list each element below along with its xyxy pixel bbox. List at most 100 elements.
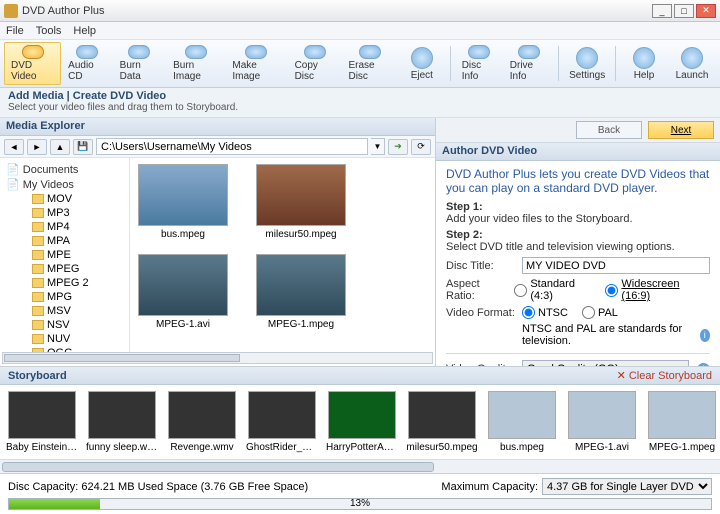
disc-icon (359, 45, 381, 59)
thumbnail-item[interactable]: MPEG-1.mpeg (254, 254, 348, 330)
minimize-button[interactable]: _ (652, 4, 672, 18)
disc-icon (185, 45, 207, 59)
tree-folder[interactable]: MPA (2, 234, 127, 248)
toolbar-launch[interactable]: Launch (668, 42, 716, 85)
tree-folder[interactable]: MSV (2, 304, 127, 318)
storyboard-item[interactable]: HarryPotterAndTh... (326, 391, 398, 453)
tree-folder[interactable]: MPEG (2, 262, 127, 276)
add-media-header: Add Media | Create DVD Video Select your… (0, 88, 720, 118)
ntsc-radio[interactable]: NTSC (522, 306, 568, 319)
tree-folder[interactable]: MPE (2, 248, 127, 262)
aspect-ws-radio[interactable]: Widescreen (16:9) (605, 278, 700, 302)
clear-storyboard-button[interactable]: ✕Clear Storyboard (617, 369, 712, 382)
main-content: Media Explorer ◄ ► ▲ 💾 ▼ ➔ ⟳ 📄 Documents… (0, 118, 720, 366)
toolbar-erase-disc[interactable]: Erase Disc (341, 42, 397, 85)
tree-node-my-videos[interactable]: 📄 My Videos (2, 177, 127, 192)
tree-folder[interactable]: MP3 (2, 206, 127, 220)
info-icon[interactable]: i (697, 363, 710, 367)
folder-label: MOV (47, 193, 72, 205)
toolbar-drive-info[interactable]: Drive Info (503, 42, 554, 85)
toolbar-burn-image[interactable]: Burn Image (166, 42, 225, 85)
storyboard-panel: Storyboard ✕Clear Storyboard Baby Einste… (0, 366, 720, 473)
pal-radio[interactable]: PAL (582, 306, 618, 319)
menubar: File Tools Help (0, 22, 720, 40)
disc-icon (576, 47, 598, 69)
author-title: Author DVD Video (436, 143, 720, 161)
storyboard-item[interactable]: milesur50.mpeg (406, 391, 478, 453)
add-media-sub: Select your video files and drag them to… (8, 102, 712, 113)
thumbnail-item[interactable]: MPEG-1.avi (136, 254, 230, 330)
storyboard-item[interactable]: bus.mpeg (486, 391, 558, 453)
app-title: DVD Author Plus (22, 5, 652, 17)
toolbar-dvd-video[interactable]: DVD Video (4, 42, 61, 85)
toolbar-help[interactable]: Help (620, 42, 668, 85)
close-button[interactable]: ✕ (696, 4, 716, 18)
folder-label: NSV (47, 319, 70, 331)
menu-file[interactable]: File (6, 25, 24, 37)
toolbar-settings[interactable]: Settings (563, 42, 611, 85)
path-input[interactable] (96, 138, 368, 155)
menu-help[interactable]: Help (73, 25, 96, 37)
tree-folder[interactable]: MP4 (2, 220, 127, 234)
toolbar-make-image[interactable]: Make Image (225, 42, 287, 85)
storyboard-item[interactable]: funny sleep.wmv (86, 391, 158, 453)
toolbar-audio-cd[interactable]: Audio CD (61, 42, 112, 85)
storyboard-item[interactable]: MPEG-1.avi (566, 391, 638, 453)
add-media-heading: Add Media | Create DVD Video (8, 90, 712, 102)
max-capacity-select[interactable]: 4.37 GB for Single Layer DVD (542, 478, 712, 495)
video-quality-select[interactable]: Good Quality (GQ) (522, 360, 689, 366)
author-panel: Back Next Author DVD Video DVD Author Pl… (436, 118, 720, 366)
back-nav-button[interactable]: ◄ (4, 139, 24, 155)
toolbar-eject[interactable]: Eject (398, 42, 446, 85)
footer-panel: Disc Capacity: 624.21 MB Used Space (3.7… (0, 473, 720, 514)
main-toolbar: DVD VideoAudio CDBurn DataBurn ImageMake… (0, 40, 720, 88)
thumbnail-image (138, 164, 228, 226)
storyboard-item[interactable]: MPEG-1.mpeg (646, 391, 718, 453)
toolbar-label: Copy Disc (295, 60, 335, 82)
storyboard-item[interactable]: Revenge.wmv (166, 391, 238, 453)
storyboard-caption: GhostRider_Stan_... (246, 442, 318, 453)
storyboard-scrollbar[interactable] (0, 459, 720, 473)
video-quality-label: Video Quality: (446, 363, 518, 366)
folder-icon (32, 320, 44, 330)
path-dropdown[interactable]: ▼ (371, 138, 385, 155)
disc-title-label: Disc Title: (446, 260, 518, 272)
go-button[interactable]: ➔ (388, 139, 408, 155)
toolbar-disc-info[interactable]: Disc Info (455, 42, 503, 85)
window-controls: _ □ ✕ (652, 4, 716, 18)
vformat-note: NTSC and PAL are standards for televisio… (522, 323, 692, 347)
tree-folder[interactable]: NUV (2, 332, 127, 346)
refresh-button[interactable]: ⟳ (411, 139, 431, 155)
toolbar-label: Disc Info (462, 60, 496, 82)
tree-node-documents[interactable]: 📄 Documents (2, 162, 127, 177)
thumbnail-item[interactable]: bus.mpeg (136, 164, 230, 240)
path-bar: ◄ ► ▲ 💾 ▼ ➔ ⟳ (0, 136, 435, 158)
tree-folder[interactable]: MPG (2, 290, 127, 304)
folder-icon (32, 306, 44, 316)
tree-folder[interactable]: MOV (2, 192, 127, 206)
next-button[interactable]: Next (648, 121, 714, 139)
thumbnail-image (256, 164, 346, 226)
toolbar-copy-disc[interactable]: Copy Disc (288, 42, 342, 85)
folder-icon (32, 208, 44, 218)
toolbar-burn-data[interactable]: Burn Data (113, 42, 166, 85)
storyboard-caption: bus.mpeg (486, 442, 558, 453)
author-nav: Back Next (436, 118, 720, 143)
up-nav-button[interactable]: ▲ (50, 139, 70, 155)
aspect-std-radio[interactable]: Standard (4:3) (514, 278, 591, 302)
tree-scrollbar[interactable] (2, 352, 433, 364)
disc-icon (411, 47, 433, 69)
back-button[interactable]: Back (576, 121, 642, 139)
storyboard-item[interactable]: GhostRider_Stan_... (246, 391, 318, 453)
drive-icon[interactable]: 💾 (73, 139, 93, 155)
info-icon[interactable]: i (700, 329, 710, 342)
fwd-nav-button[interactable]: ► (27, 139, 47, 155)
menu-tools[interactable]: Tools (36, 25, 62, 37)
disc-title-input[interactable] (522, 257, 710, 274)
folder-label: MP3 (47, 207, 70, 219)
storyboard-item[interactable]: Baby Einstein - Ba... (6, 391, 78, 453)
tree-folder[interactable]: NSV (2, 318, 127, 332)
thumbnail-item[interactable]: milesur50.mpeg (254, 164, 348, 240)
maximize-button[interactable]: □ (674, 4, 694, 18)
tree-folder[interactable]: MPEG 2 (2, 276, 127, 290)
